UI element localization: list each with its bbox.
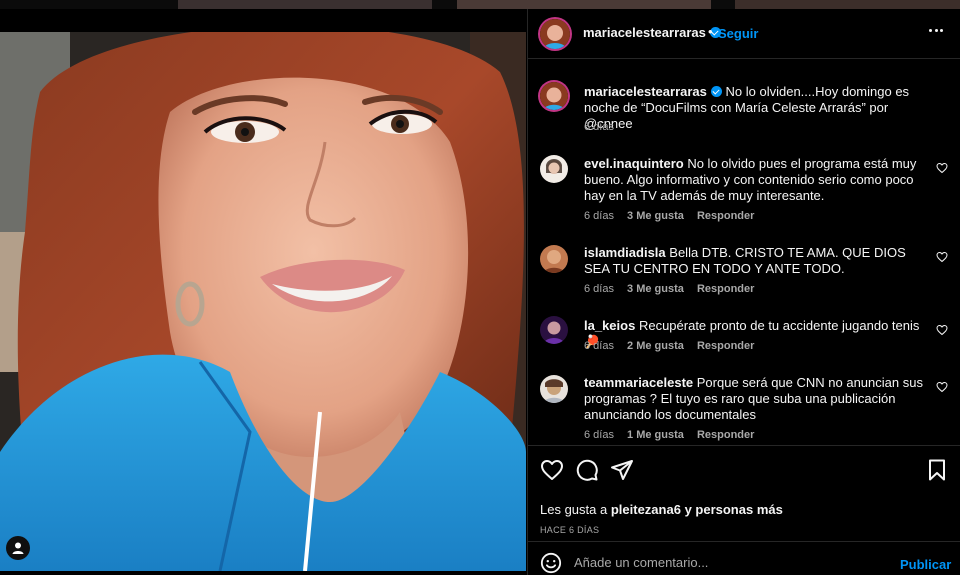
comment-meta: 6 días 3 Me gusta Responder	[584, 283, 764, 295]
comment-input[interactable]	[574, 550, 874, 574]
follow-button[interactable]: Seguir	[718, 26, 758, 41]
comment-composer: Publicar	[528, 541, 960, 575]
comment-meta: 6 días 1 Me gusta Responder	[584, 429, 764, 441]
background-thumbnail	[178, 0, 432, 9]
caption-text-block: mariacelestearraras No lo olviden....Hoy…	[584, 84, 934, 132]
post-actions-section: Les gusta a pleitezana6 y personas más H…	[528, 445, 960, 541]
heart-icon[interactable]	[540, 458, 564, 482]
comment-icon[interactable]	[575, 458, 599, 482]
comment-reply-button[interactable]: Responder	[697, 340, 754, 352]
comment-likes[interactable]: 3 Me gusta	[627, 283, 684, 295]
post-image[interactable]	[0, 32, 526, 571]
background-thumbnail-strip	[0, 0, 960, 9]
comment-time[interactable]: 6 días	[584, 210, 614, 222]
caption-author-avatar[interactable]	[540, 82, 568, 110]
comment-likes[interactable]: 2 Me gusta	[627, 340, 684, 352]
comment-meta: 6 días 3 Me gusta Responder	[584, 210, 764, 222]
caption-time[interactable]: 6 días	[584, 121, 614, 133]
more-options-icon[interactable]	[929, 29, 943, 33]
commenter-avatar[interactable]	[540, 316, 568, 344]
likes-suffix[interactable]: y personas más	[685, 502, 783, 517]
post-sidebar: mariacelestearraras • Seguir mariacelest…	[527, 9, 960, 575]
post-modal: mariacelestearraras • Seguir mariacelest…	[0, 9, 960, 575]
commenter-avatar[interactable]	[540, 245, 568, 273]
comment-text-block: evel.inaquintero No lo olvido pues el pr…	[584, 156, 934, 204]
comment-text-block: teammariaceleste Porque será que CNN no …	[584, 375, 934, 423]
comment-like-heart-icon[interactable]	[936, 162, 948, 174]
likes-prefix: Les gusta a	[540, 502, 608, 517]
post-date[interactable]: HACE 6 DÍAS	[540, 525, 599, 535]
separator-dot: •	[708, 24, 713, 39]
comments-list[interactable]: mariacelestearraras No lo olviden....Hoy…	[528, 60, 960, 445]
comment-time[interactable]: 6 días	[584, 283, 614, 295]
comment-username[interactable]: evel.inaquintero	[584, 156, 684, 171]
caption-username[interactable]: mariacelestearraras	[584, 84, 707, 99]
author-username[interactable]: mariacelestearraras	[583, 25, 721, 40]
paper-plane-icon[interactable]	[610, 458, 634, 482]
comment-meta: 6 días 2 Me gusta Responder	[584, 340, 764, 352]
comment-like-heart-icon[interactable]	[936, 324, 948, 336]
likes-summary[interactable]: Les gusta a pleitezana6 y personas más	[540, 502, 783, 517]
emoji-icon[interactable]	[540, 552, 562, 574]
publish-button[interactable]: Publicar	[900, 557, 951, 572]
commenter-avatar[interactable]	[540, 155, 568, 183]
comment-time[interactable]: 6 días	[584, 340, 614, 352]
caption-meta: 6 días	[584, 121, 624, 133]
author-username-text[interactable]: mariacelestearraras	[583, 25, 706, 40]
background-thumbnail	[457, 0, 711, 9]
comment-username[interactable]: islamdiadisla	[584, 245, 666, 260]
comment-like-heart-icon[interactable]	[936, 251, 948, 263]
background-thumbnail	[735, 0, 960, 9]
comment-username[interactable]: teammariaceleste	[584, 375, 693, 390]
comment-likes[interactable]: 3 Me gusta	[627, 210, 684, 222]
author-avatar[interactable]	[540, 19, 570, 49]
comment-reply-button[interactable]: Responder	[697, 283, 754, 295]
likes-user[interactable]: pleitezana6	[611, 502, 681, 517]
comment-like-heart-icon[interactable]	[936, 381, 948, 393]
comment-text-block: islamdiadisla Bella DTB. CRISTO TE AMA. …	[584, 245, 934, 277]
comment-reply-button[interactable]: Responder	[697, 210, 754, 222]
comment-likes[interactable]: 1 Me gusta	[627, 429, 684, 441]
comment-time[interactable]: 6 días	[584, 429, 614, 441]
post-header: mariacelestearraras • Seguir	[528, 9, 960, 59]
bookmark-icon[interactable]	[925, 458, 949, 482]
verified-badge-icon	[710, 86, 722, 97]
commenter-avatar[interactable]	[540, 375, 568, 403]
post-photo-illustration	[0, 32, 526, 571]
comment-reply-button[interactable]: Responder	[697, 429, 754, 441]
tagged-user-icon[interactable]	[6, 536, 30, 560]
comment-username[interactable]: la_keios	[584, 318, 635, 333]
